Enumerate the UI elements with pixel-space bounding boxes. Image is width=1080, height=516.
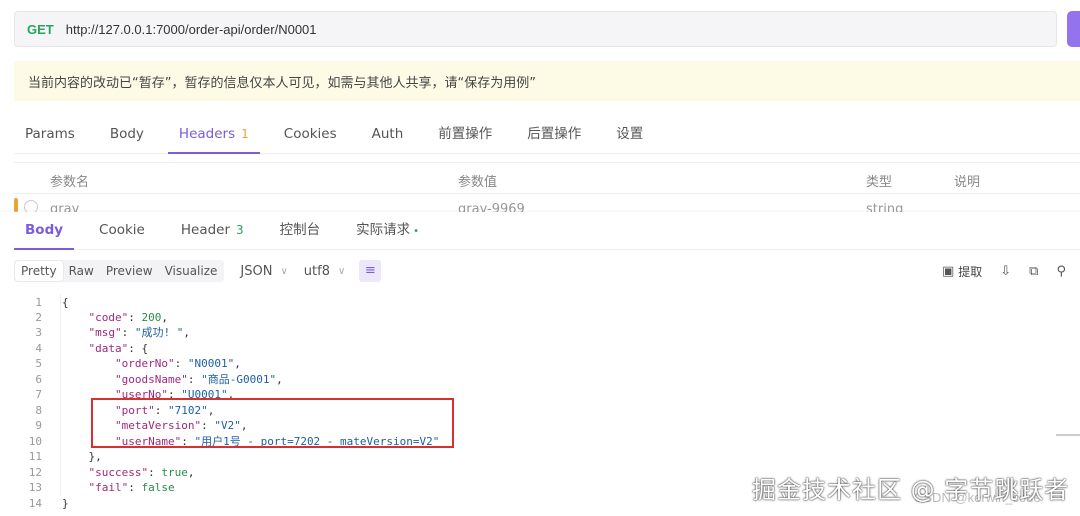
column-header-value: 参数值 [458, 175, 498, 190]
draft-notice-text: 当前内容的改动已“暂存”，暂存的信息仅本人可见，如需与其他人共享，请“保存为用例… [28, 75, 536, 91]
search-icon[interactable]: ⚲ [1056, 264, 1066, 279]
response-toolbar: Pretty Raw Preview Visualize JSON ∨ utf8 ∨… [14, 259, 1080, 283]
code-text: }, [62, 450, 102, 463]
tab-pre-processors[interactable]: 前置操作 [427, 116, 503, 154]
tab-label: 控制台 [279, 221, 321, 238]
format-value: JSON [240, 263, 273, 279]
line-number: 14 [28, 497, 42, 510]
code-text: "fail": false [88, 481, 175, 494]
tab-label: 前置操作 [438, 125, 493, 142]
gutter-divider [60, 294, 61, 496]
column-header-description: 说明 [954, 175, 981, 190]
line-number: 1 [35, 296, 42, 309]
http-method[interactable]: GET [27, 22, 54, 37]
row-marker [14, 198, 18, 212]
table-row[interactable]: gray gray-9969 string [14, 195, 1080, 213]
status-dot: • [413, 225, 420, 237]
extract-button[interactable]: 提取 [958, 263, 982, 280]
tab-label: 后置操作 [527, 125, 582, 142]
tab-label: Auth [371, 125, 404, 142]
url-input[interactable]: http://127.0.0.1:7000/order-api/order/N0… [66, 22, 317, 37]
tab-label: Body [109, 125, 144, 142]
line-number: 11 [28, 450, 42, 463]
tab-label: Body [25, 221, 64, 238]
line-number: 10 [28, 435, 42, 448]
chevron-down-icon: ∨ [337, 265, 346, 277]
tab-params[interactable]: Params [14, 116, 86, 154]
url-bar[interactable]: GET http://127.0.0.1:7000/order-api/orde… [14, 11, 1057, 47]
line-number: 12 [28, 466, 42, 479]
tab-body[interactable]: Body [99, 116, 155, 154]
tab-label: Header [180, 221, 231, 238]
line-number: 8 [35, 404, 42, 417]
copy-icon[interactable]: ⧉ [1029, 264, 1038, 279]
highlight-box [91, 398, 454, 448]
tab-label: 实际请求 [356, 221, 411, 238]
code-text: "success": true, [88, 466, 195, 479]
tab-label: Cookies [283, 125, 337, 142]
response-tabs: Body Cookie Header 3 控制台 实际请求 • [14, 212, 1080, 250]
line-number: 5 [35, 357, 42, 370]
tab-cookies[interactable]: Cookies [273, 116, 348, 154]
draft-notice: 当前内容的改动已“暂存”，暂存的信息仅本人可见，如需与其他人共享，请“保存为用例… [14, 61, 1080, 101]
column-header-name: 参数名 [50, 175, 90, 190]
tab-console[interactable]: 控制台 [269, 212, 332, 250]
request-tabs: Params Body Headers 1 Cookies Auth 前置操作 后… [14, 116, 1080, 154]
encoding-select[interactable]: utf8 ∨ [304, 264, 346, 279]
tab-response-cookie[interactable]: Cookie [88, 212, 156, 250]
tab-post-processors[interactable]: 后置操作 [516, 116, 592, 154]
line-number: 2 [35, 311, 42, 324]
tab-auth[interactable]: Auth [361, 116, 415, 154]
download-icon[interactable]: ⇩ [1000, 264, 1011, 279]
word-wrap-icon[interactable]: ≡ [359, 260, 382, 282]
view-preview[interactable]: Preview [100, 261, 159, 281]
view-mode-switch: Pretty Raw Preview Visualize [14, 260, 225, 282]
chevron-down-icon: ∨ [280, 265, 288, 277]
scrollbar[interactable] [1056, 434, 1080, 436]
code-text: { [62, 296, 69, 309]
view-raw[interactable]: Raw [63, 261, 100, 281]
tab-headers[interactable]: Headers 1 [167, 116, 260, 154]
tab-count-badge: 3 [236, 222, 244, 237]
code-text: "msg": "成功! ", [88, 326, 191, 339]
tab-label: Params [25, 125, 75, 142]
line-number: 13 [28, 481, 42, 494]
send-button[interactable] [1067, 11, 1080, 47]
tab-label: Headers [178, 125, 236, 142]
response-tools: ▣ 提取 ⇩ ⧉ ⚲ [924, 259, 1066, 283]
tab-settings[interactable]: 设置 [605, 116, 654, 154]
view-pretty[interactable]: Pretty [15, 261, 63, 281]
code-text: "goodsName": "商品-G0001", [114, 373, 283, 386]
tab-count-badge: 1 [241, 126, 249, 141]
watermark: 掘金技术社区 @ 字节跳跃者 [752, 476, 1070, 504]
tab-response-header[interactable]: Header 3 [170, 212, 255, 250]
tab-actual-request[interactable]: 实际请求 • [345, 212, 430, 250]
code-text: "data": { [88, 342, 149, 355]
tab-response-body[interactable]: Body [14, 212, 75, 250]
line-number: 4 [35, 342, 42, 355]
code-text: "code": 200, [88, 311, 169, 324]
tab-label: Cookie [99, 221, 145, 238]
code-text: } [62, 497, 69, 510]
code-text: "orderNo": "N0001", [114, 357, 241, 370]
extract-icon[interactable]: ▣ [942, 264, 954, 279]
line-number: 7 [35, 388, 42, 401]
line-number: 6 [35, 373, 42, 386]
line-number: 3 [35, 326, 42, 339]
params-table-header: 参数名 参数值 类型 说明 [14, 162, 1080, 194]
tab-label: 设置 [616, 125, 644, 142]
column-header-type: 类型 [866, 175, 893, 190]
format-select[interactable]: JSON ∨ [240, 264, 287, 279]
view-visualize[interactable]: Visualize [159, 261, 224, 281]
encoding-value: utf8 [303, 263, 330, 279]
line-number: 9 [35, 419, 42, 432]
